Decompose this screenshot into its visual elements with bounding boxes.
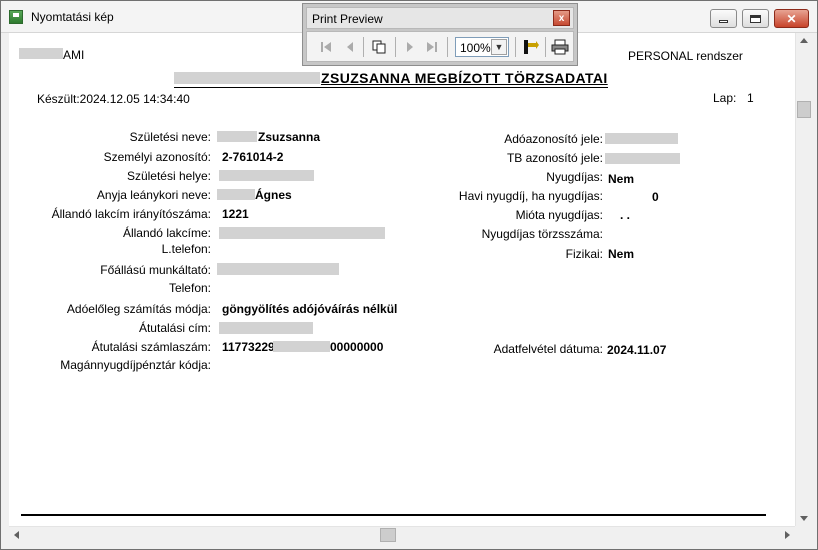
field-label: Havi nyugdíj, ha nyugdíjas: (458, 189, 603, 203)
scroll-corner (795, 526, 812, 543)
redacted-value (605, 133, 678, 144)
field-label: Magánnyugdíjpénztár kódja: (60, 358, 211, 372)
field-label: Állandó lakcím irányítószáma: (51, 207, 211, 221)
redacted-value (217, 263, 339, 275)
field-value: . . (620, 208, 631, 222)
copy-icon (372, 40, 386, 54)
field-label: Anyja leánykori neve: (96, 188, 211, 202)
redacted-value (219, 227, 385, 239)
print-button[interactable] (551, 39, 569, 55)
toolbar-separator (395, 37, 396, 57)
print-preview-title: Print Preview (312, 12, 383, 26)
main-window: Nyomtatási kép ✕ AMI PERSONAL rendszer Z… (0, 0, 818, 550)
first-page-button[interactable] (319, 39, 333, 55)
vertical-scroll-thumb[interactable] (797, 101, 811, 118)
maximize-icon (750, 14, 761, 23)
footer-rule (21, 514, 766, 516)
close-icon: x (558, 12, 565, 24)
field-value: Ágnes (255, 188, 292, 202)
print-preview-button-bar: 100% ▼ (306, 31, 574, 62)
close-button[interactable]: ✕ (774, 9, 809, 28)
print-preview-close-button[interactable]: x (553, 10, 570, 26)
field-label: Születési helye: (126, 169, 211, 183)
report-page: AMI PERSONAL rendszer ZSUZSANNA MEGBÍZOT… (9, 33, 795, 526)
page-label: Lap: (713, 91, 737, 105)
scroll-left-icon[interactable] (14, 531, 19, 539)
field-value: Zsuzsanna (258, 130, 321, 144)
field-label: Adóazonosító jele: (504, 132, 603, 146)
toolbar-separator (515, 37, 516, 57)
toolbar-separator (363, 37, 364, 57)
field-label: Átutalási cím: (138, 321, 211, 335)
toolbar-separator (545, 37, 546, 57)
field-value: 2-761014-2 (222, 150, 284, 164)
prev-page-icon (347, 42, 353, 52)
company-name: AMI (63, 48, 85, 62)
last-page-icon (427, 42, 437, 52)
next-page-icon (407, 42, 413, 52)
scroll-up-icon[interactable] (800, 38, 808, 43)
print-preview-titlebar[interactable]: Print Preview x (306, 7, 574, 29)
redacted-value (217, 131, 257, 142)
field-value: göngyölítés adójóváírás nélkül (222, 302, 398, 316)
close-icon: ✕ (786, 11, 797, 26)
redacted-title-prefix (174, 72, 320, 84)
report-title: ZSUZSANNA MEGBÍZOTT TÖRZSADATAI (321, 70, 608, 86)
redacted-value (273, 341, 330, 352)
copy-button[interactable] (371, 39, 387, 55)
created-timestamp: Készült:2024.12.05 14:34:40 (37, 92, 190, 106)
field-label: Fizikai: (565, 247, 603, 261)
field-label: Adóelőleg számítás módja: (66, 302, 211, 316)
previous-page-button[interactable] (343, 39, 357, 55)
export-button[interactable] (521, 39, 539, 55)
field-value: Nem (608, 172, 635, 186)
title-underline (174, 87, 608, 88)
horizontal-scroll-thumb[interactable] (380, 528, 396, 542)
toolbar-separator (447, 37, 448, 57)
field-value: 2024.11.07 (607, 343, 667, 357)
maximize-button[interactable] (742, 9, 769, 28)
minimize-button[interactable] (710, 9, 737, 28)
window-title: Nyomtatási kép (31, 10, 114, 24)
redacted-value (217, 189, 255, 200)
redacted-company-prefix (19, 48, 63, 59)
page-number: 1 (747, 91, 754, 105)
horizontal-scrollbar[interactable] (9, 526, 795, 543)
field-label: L.telefon: (161, 242, 211, 256)
redacted-value (605, 153, 680, 164)
zoom-value: 100% (460, 41, 491, 55)
field-label: Nyugdíjas törzsszáma: (481, 227, 603, 241)
vertical-scrollbar[interactable] (795, 33, 812, 526)
field-value-suffix: 00000000 (330, 340, 384, 354)
field-label: Telefon: (168, 281, 211, 295)
print-preview-toolbar: Print Preview x 100% ▼ (302, 3, 578, 66)
export-icon (524, 40, 539, 54)
system-name: PERSONAL rendszer (628, 49, 743, 63)
field-value: Nem (608, 247, 635, 261)
scroll-right-icon[interactable] (785, 531, 790, 539)
field-label: Adatfelvétel dátuma: (493, 342, 603, 356)
next-page-button[interactable] (403, 39, 417, 55)
zoom-select[interactable]: 100% ▼ (455, 37, 509, 57)
redacted-value (219, 170, 314, 181)
field-label: Főállású munkáltató: (100, 263, 211, 277)
field-value: 11773229 (222, 340, 275, 354)
field-label: Nyugdíjas: (546, 170, 603, 184)
field-value: 1221 (222, 207, 249, 221)
print-icon (551, 39, 569, 55)
field-label: TB azonosító jele: (506, 151, 603, 165)
minimize-icon (719, 20, 728, 23)
scroll-down-icon[interactable] (800, 516, 808, 521)
field-label: Állandó lakcíme: (122, 226, 211, 240)
app-icon (9, 10, 23, 24)
redacted-value (219, 322, 313, 334)
field-label: Mióta nyugdíjas: (515, 208, 603, 222)
field-label: Személyi azonosító: (103, 150, 211, 164)
chevron-down-icon[interactable]: ▼ (491, 39, 507, 55)
first-page-icon (321, 42, 331, 52)
last-page-button[interactable] (425, 39, 439, 55)
field-label: Átutalási számlaszám: (91, 340, 211, 354)
field-label: Születési neve: (129, 130, 211, 144)
field-value: 0 (652, 190, 659, 204)
